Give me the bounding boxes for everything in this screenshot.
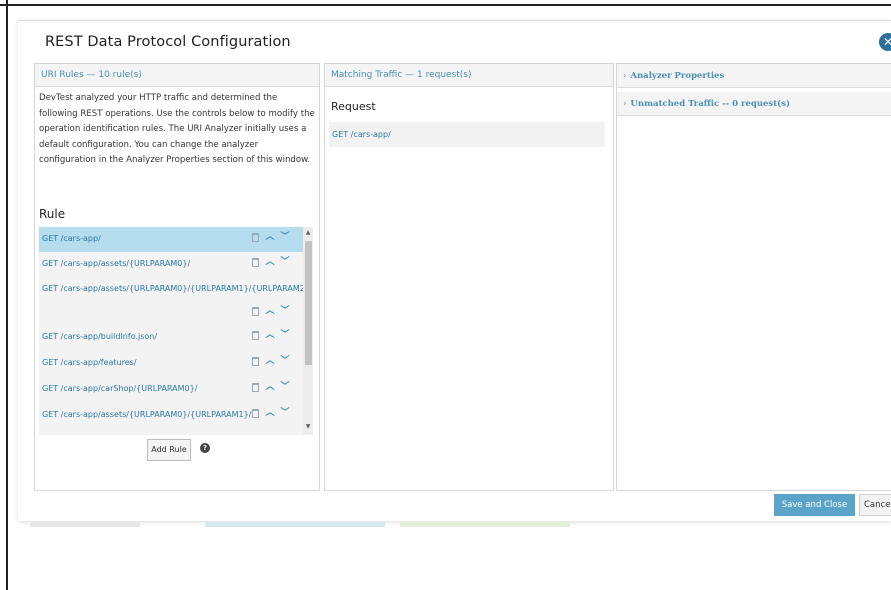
background-strip [400,522,570,527]
scrollbar-thumb[interactable] [305,241,312,365]
analyzer-properties-label: Analyzer Properties [630,71,725,81]
chevron-down-icon[interactable]: ﹀ [280,330,290,340]
cancel-button[interactable]: Cancel [859,494,891,516]
rule-row[interactable]: GET /cars-app/carShop/{URLPARAM0}/ ︿ ﹀ [39,377,303,403]
rule-controls: ︿ ﹀ [252,356,304,368]
chevron-up-icon[interactable]: ︿ [265,356,275,366]
dialog-title: REST Data Protocol Configuration [45,34,291,50]
uri-rules-panel: URI Rules — 10 rule(s) DevTest analyzed … [34,63,320,491]
uri-rules-description: DevTest analyzed your HTTP traffic and d… [39,93,315,165]
rule-controls: ︿ ﹀ [252,232,304,244]
chevron-up-icon[interactable]: ︿ [265,382,275,392]
rule-label: GET /cars-app/carShop/{URLPARAM0}/ [42,384,198,393]
request-heading: Request [331,100,376,113]
matching-traffic-panel: Matching Traffic — 1 request(s) Request … [324,63,614,491]
trash-icon[interactable] [252,409,259,418]
rule-heading: Rule [39,207,66,221]
add-rule-button[interactable]: Add Rule [147,439,191,461]
trash-icon[interactable] [252,233,259,242]
save-and-close-button[interactable]: Save and Close [774,494,855,516]
window-frame-top [0,0,891,6]
rule-row[interactable]: GET /cars-app/assets/{URLPARAM0}/{URLPAR… [39,277,313,325]
scroll-down-icon[interactable]: ▼ [303,423,313,430]
chevron-up-icon[interactable]: ︿ [265,257,275,267]
trash-icon[interactable] [252,357,259,366]
chevron-up-icon[interactable]: ︿ [265,232,275,242]
chevron-right-icon: › [623,71,627,81]
window-frame-left [0,0,8,590]
request-row[interactable]: GET /cars-app/ [329,122,605,147]
unmatched-traffic-section[interactable]: › Unmatched Traffic -- 0 request(s) [617,92,891,116]
side-panel: › Analyzer Properties › Unmatched Traffic … [616,63,891,491]
rule-row[interactable]: GET /cars-app/assets/{URLPARAM0}/{URLPAR… [39,403,303,429]
rule-label: GET /cars-app/ [42,234,101,243]
chevron-up-icon[interactable]: ︿ [265,408,275,418]
chevron-down-icon[interactable]: ﹀ [280,257,290,267]
trash-icon[interactable] [252,383,259,392]
unmatched-traffic-label: Unmatched Traffic -- 0 request(s) [630,99,790,109]
chevron-down-icon[interactable]: ﹀ [280,306,290,316]
background-strip [30,522,140,527]
chevron-down-icon[interactable]: ﹀ [280,356,290,366]
rule-label: GET /cars-app/assets/{URLPARAM0}/ [42,259,191,268]
rule-list-scrollbar[interactable]: ▲ ▼ [303,227,313,435]
rule-controls: ︿ ﹀ [252,330,304,342]
analyzer-properties-section[interactable]: › Analyzer Properties [617,64,891,88]
chevron-right-icon: › [623,99,627,109]
rule-row[interactable]: GET /cars-app/features/ ︿ ﹀ [39,351,303,377]
rule-label: GET /cars-app/buildInfo.json/ [42,332,158,341]
rule-row[interactable]: GET /cars-app/assets/{URLPARAM0}/ ︿ ﹀ [39,252,303,277]
chevron-up-icon[interactable]: ︿ [265,330,275,340]
rest-config-dialog: REST Data Protocol Configuration ✕ URI R… [18,20,891,521]
rule-label: GET /cars-app/assets/{URLPARAM0}/{URLPAR… [42,284,313,293]
rule-controls: ︿ ﹀ [252,257,304,269]
chevron-down-icon[interactable]: ﹀ [280,382,290,392]
uri-rules-header: URI Rules — 10 rule(s) [35,64,319,87]
rule-list: GET /cars-app/ ︿ ﹀ GET /cars-app/assets/… [39,227,313,435]
chevron-down-icon[interactable]: ﹀ [280,408,290,418]
matching-traffic-header: Matching Traffic — 1 request(s) [325,64,613,87]
trash-icon[interactable] [252,307,259,316]
scroll-up-icon[interactable]: ▲ [303,229,313,236]
rule-controls: ︿ ﹀ [252,306,304,318]
close-icon[interactable]: ✕ [879,33,891,51]
help-icon[interactable]: ? [200,443,210,453]
trash-icon[interactable] [252,331,259,340]
chevron-down-icon[interactable]: ﹀ [280,232,290,242]
trash-icon[interactable] [252,258,259,267]
rule-label: GET /cars-app/features/ [42,358,137,367]
rule-label: GET /cars-app/assets/{URLPARAM0}/{URLPAR… [42,410,252,419]
rule-controls: ︿ ﹀ [252,408,304,420]
rule-controls: ︿ ﹀ [252,382,304,394]
rule-row[interactable]: GET /cars-app/buildInfo.json/ ︿ ﹀ [39,325,303,351]
chevron-up-icon[interactable]: ︿ [265,306,275,316]
request-label: GET /cars-app/ [332,130,391,139]
rule-row[interactable]: GET /cars-app/ ︿ ﹀ [39,227,303,252]
background-strip [205,522,385,527]
